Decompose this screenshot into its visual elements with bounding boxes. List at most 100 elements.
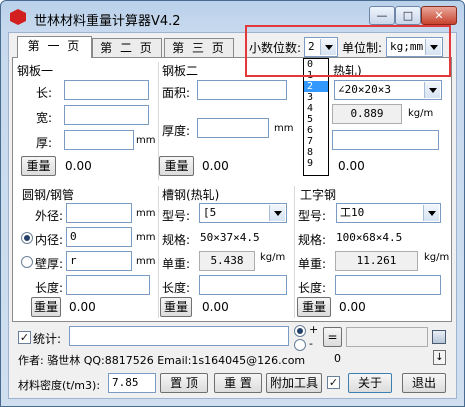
channel-model-select[interactable]: [5: [199, 203, 287, 223]
density-label: 材料密度(t/m3):: [18, 379, 101, 392]
stats-result: [346, 327, 428, 347]
pipe-wall-unit-mm: mm: [136, 256, 156, 267]
decimal-option[interactable]: 7: [304, 136, 328, 147]
channel-unit-kgm: kg/m: [260, 252, 286, 263]
plate-width-label: 宽:: [36, 111, 53, 125]
plate2-unit-mm: mm: [274, 123, 294, 134]
plus-label: +: [309, 323, 319, 336]
plate2-weight-value: 0.00: [202, 159, 229, 173]
channel-unit-weight-label: 单重:: [162, 257, 191, 271]
plate-weight-button[interactable]: 重量: [21, 156, 56, 176]
decimal-option[interactable]: 3: [304, 92, 328, 103]
divider: [158, 186, 159, 318]
plate-length-label: 长:: [36, 86, 53, 100]
ibeam-length-input[interactable]: [335, 275, 441, 295]
angle-length-input[interactable]: [332, 130, 439, 150]
pipe-title: 圆钢/钢管: [22, 188, 75, 202]
channel-length-label: 长度:: [162, 281, 191, 295]
ibeam-unit-weight-label: 单重:: [298, 257, 327, 271]
plate-thickness-input[interactable]: [64, 130, 134, 150]
ibeam-length-label: 长度:: [298, 281, 327, 295]
channel-length-input[interactable]: [199, 275, 287, 295]
chevron-down-icon: [424, 82, 440, 98]
channel-weight-value: 0.00: [202, 300, 229, 314]
channel-spec-value: 50×37×4.5: [200, 231, 260, 244]
calculator-icon[interactable]: [432, 330, 446, 344]
pipe-wall-label: 壁厚:: [35, 257, 64, 271]
chevron-down-icon: [269, 205, 285, 221]
record-count: 0: [334, 352, 341, 365]
channel-title: 槽钢(热轧): [162, 188, 220, 202]
plate2-area-input[interactable]: [197, 80, 287, 100]
divider: [294, 186, 295, 318]
plate-weight-value: 0.00: [65, 159, 92, 173]
decimal-option[interactable]: 4: [304, 103, 328, 114]
tab-page-3[interactable]: 第 三 页: [164, 38, 234, 58]
pipe-unit-mm: mm: [136, 208, 156, 219]
pipe-outer-label: 外径:: [35, 209, 64, 223]
extra-tools-button[interactable]: 附加工具: [266, 373, 322, 393]
ibeam-weight-value: 0.00: [339, 300, 366, 314]
ibeam-model-label: 型号:: [298, 209, 327, 223]
plus-radio[interactable]: [294, 325, 306, 337]
pipe-inner-unit-mm: mm: [136, 232, 156, 243]
highlight-box: [245, 25, 451, 77]
pipe-inner-label: 内径:: [35, 233, 64, 247]
chevron-down-icon: [423, 205, 439, 221]
plate2-thickness-label: 厚度:: [162, 124, 191, 138]
angle-unit-kgm: kg/m: [408, 108, 434, 119]
minus-radio[interactable]: [294, 339, 306, 351]
pipe-weight-button[interactable]: 重量: [31, 297, 61, 317]
plate-length-input[interactable]: [64, 80, 149, 100]
window-title: 世林材料重量计算器V4.2: [34, 14, 181, 29]
wall-thickness-radio[interactable]: [21, 256, 33, 268]
decimal-option[interactable]: 8: [304, 147, 328, 158]
decimal-option[interactable]: 5: [304, 114, 328, 125]
plate-one-title: 钢板一: [17, 64, 54, 78]
reset-button[interactable]: 重 置: [214, 373, 262, 393]
about-button[interactable]: 关于: [348, 373, 392, 393]
pipe-wall-input[interactable]: r: [66, 251, 132, 271]
decimal-option[interactable]: 6: [304, 125, 328, 136]
channel-spec-label: 规格:: [162, 233, 191, 247]
stats-input[interactable]: [69, 326, 289, 346]
pipe-outer-input[interactable]: [66, 203, 132, 223]
channel-model-label: 型号:: [162, 209, 191, 223]
angle-unit-weight: 0.889: [332, 104, 402, 124]
equals-button[interactable]: =: [323, 327, 342, 347]
exit-button[interactable]: 退出: [402, 373, 446, 393]
pin-top-button[interactable]: 置 顶: [160, 373, 208, 393]
close-button[interactable]: ✕: [421, 6, 457, 25]
decimal-option-selected[interactable]: 2: [304, 81, 328, 92]
pipe-inner-input[interactable]: 0: [66, 227, 132, 247]
maximize-button[interactable]: □: [395, 6, 421, 25]
decimal-option[interactable]: 9: [304, 158, 328, 169]
tab-page-2[interactable]: 第 二 页: [92, 38, 162, 58]
plate-two-title: 钢板二: [162, 64, 199, 78]
ibeam-model-select[interactable]: 工10: [336, 203, 441, 223]
plate-unit-mm: mm: [136, 135, 156, 146]
pipe-weight-value: 0.00: [69, 300, 96, 314]
author-info: 作者: 骆世林 QQ:8817526 Email:1s164045@126.co…: [18, 354, 306, 367]
channel-weight-button[interactable]: 重量: [160, 297, 192, 317]
ibeam-unit-kgm: kg/m: [424, 252, 450, 263]
minimize-button[interactable]: —: [369, 6, 395, 25]
stats-checkbox[interactable]: ✓: [18, 331, 31, 344]
channel-unit-weight: 5.438: [199, 251, 255, 271]
density-input[interactable]: 7.85: [108, 373, 156, 393]
plate2-thickness-input[interactable]: [197, 118, 269, 138]
extra-checkbox[interactable]: ✓: [327, 376, 340, 389]
plate2-weight-button[interactable]: 重量: [159, 156, 194, 176]
tab-page-1[interactable]: 第 一 页: [17, 36, 92, 58]
pipe-length-label: 长度:: [35, 281, 64, 295]
ibeam-title: 工字钢: [300, 188, 337, 202]
angle-spec-select[interactable]: ∠20×20×3: [334, 80, 442, 100]
ibeam-unit-weight: 11.261: [335, 251, 418, 271]
plate-width-input[interactable]: [64, 105, 149, 125]
ibeam-spec-label: 规格:: [298, 233, 327, 247]
ibeam-weight-button[interactable]: 重量: [297, 297, 331, 317]
ibeam-spec-value: 100×68×4.5: [336, 231, 403, 244]
inner-diameter-radio[interactable]: [21, 232, 33, 244]
pipe-length-input[interactable]: [66, 275, 150, 295]
arrow-down-icon[interactable]: ↓: [433, 350, 446, 365]
